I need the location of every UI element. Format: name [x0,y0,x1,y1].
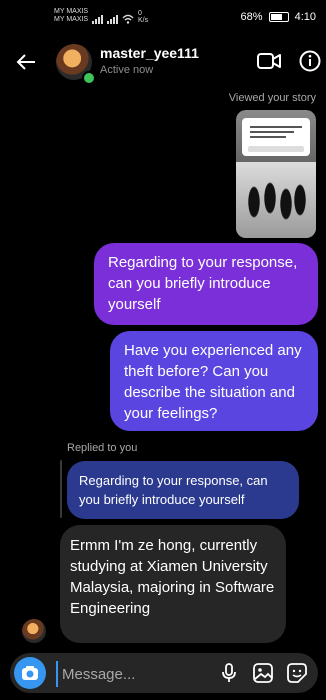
status-bar: MY MAXIS MY MAXIS 0 K/s 68% 4:10 [0,0,326,36]
active-status: Active now [100,64,154,76]
info-icon[interactable] [299,50,321,72]
signal-icons: 0 K/s [92,10,148,24]
battery-percent: 68% [240,11,263,23]
back-arrow-icon[interactable] [14,50,38,79]
message-input[interactable] [56,661,214,687]
signal-1-icon [92,15,103,24]
camera-icon [22,666,38,680]
video-call-icon[interactable] [257,52,281,70]
battery-icon [268,12,289,22]
outgoing-message[interactable]: Have you experienced any theft before? C… [110,331,318,431]
sticker-icon[interactable] [286,662,308,684]
data-speed-value: 0 [138,10,142,17]
camera-button[interactable] [14,657,46,689]
clock: 4:10 [294,11,316,23]
username[interactable]: master_yee111 [100,45,199,61]
online-indicator [82,71,96,85]
story-image [236,162,316,238]
incoming-message[interactable]: Ermm I'm ze hong, currently studying at … [60,525,286,643]
viewed-story-label: Viewed your story [228,92,316,104]
avatar[interactable] [22,619,46,643]
microphone-icon[interactable] [218,662,240,684]
reply-line [60,460,62,518]
wifi-icon [122,14,134,24]
chat-header: master_yee111 Active now [0,38,326,86]
carrier-labels: MY MAXIS MY MAXIS [54,8,88,24]
message-composer [10,653,318,693]
outgoing-message[interactable]: Regarding to your response, can you brie… [94,243,318,325]
replied-label: Replied to you [67,442,138,454]
carrier-2: MY MAXIS [54,16,89,23]
gallery-icon[interactable] [252,662,274,684]
data-speed-unit: K/s [138,17,149,24]
story-thumbnail[interactable] [236,110,316,238]
signal-2-icon [107,15,118,24]
status-right: 68% 4:10 [241,11,316,23]
story-card [242,118,310,156]
quoted-message[interactable]: Regarding to your response, can you brie… [67,461,299,519]
data-speed: 0 K/s [138,10,148,24]
carrier-1: MY MAXIS [54,8,89,15]
